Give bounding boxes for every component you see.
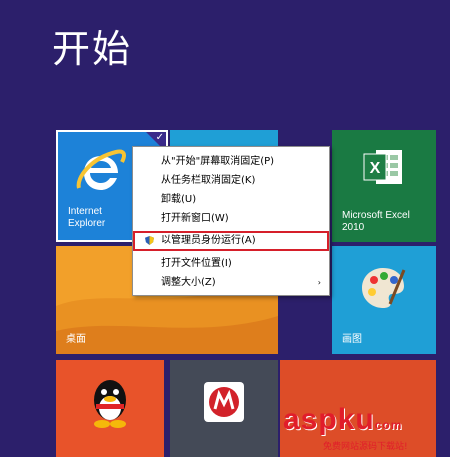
menu-item-open-new-window[interactable]: 打开新窗口(W) [133, 210, 329, 227]
tile-label: 桌面 [66, 334, 86, 345]
menu-item-unpin-start[interactable]: 从"开始"屏幕取消固定(P) [133, 153, 329, 170]
menu-item-unpin-taskbar[interactable]: 从任务栏取消固定(K) [133, 172, 329, 189]
watermark-brand: aspkucom [283, 403, 403, 436]
bank-logo-icon [204, 382, 244, 422]
menu-item-run-as-admin[interactable]: 以管理员身份运行(A) [133, 231, 329, 251]
svg-text:X: X [370, 160, 381, 177]
internet-explorer-icon [76, 149, 126, 190]
watermark-tagline: 免费网站源码下载站! [323, 442, 408, 452]
shield-icon [145, 236, 154, 245]
menu-item-open-file-location[interactable]: 打开文件位置(I) [133, 255, 329, 272]
tile-label: Internet Explorer [68, 206, 106, 229]
qq-tile[interactable] [56, 360, 164, 457]
context-menu: 从"开始"屏幕取消固定(P) 从任务栏取消固定(K) 卸载(U) 打开新窗口(W… [132, 146, 330, 296]
tile-label: Microsoft Excel 2010 [342, 210, 410, 233]
excel-icon: X [363, 150, 402, 184]
submenu-arrow-icon: › [317, 278, 321, 287]
tile-label: 画图 [342, 334, 362, 345]
bank-tile[interactable] [170, 360, 278, 457]
watermark: aspkucom 免费网站源码下载站! [283, 403, 443, 453]
start-screen-title: 开始 [52, 27, 133, 71]
menu-item-resize[interactable]: 调整大小(Z) › [133, 274, 329, 291]
excel-tile[interactable]: X Microsoft Excel 2010 [332, 130, 436, 242]
menu-item-uninstall[interactable]: 卸载(U) [133, 191, 329, 208]
qq-penguin-icon [94, 380, 126, 428]
check-icon: ✓ [155, 132, 164, 143]
paint-tile[interactable]: 画图 [332, 246, 436, 354]
paint-palette-icon [362, 268, 406, 308]
